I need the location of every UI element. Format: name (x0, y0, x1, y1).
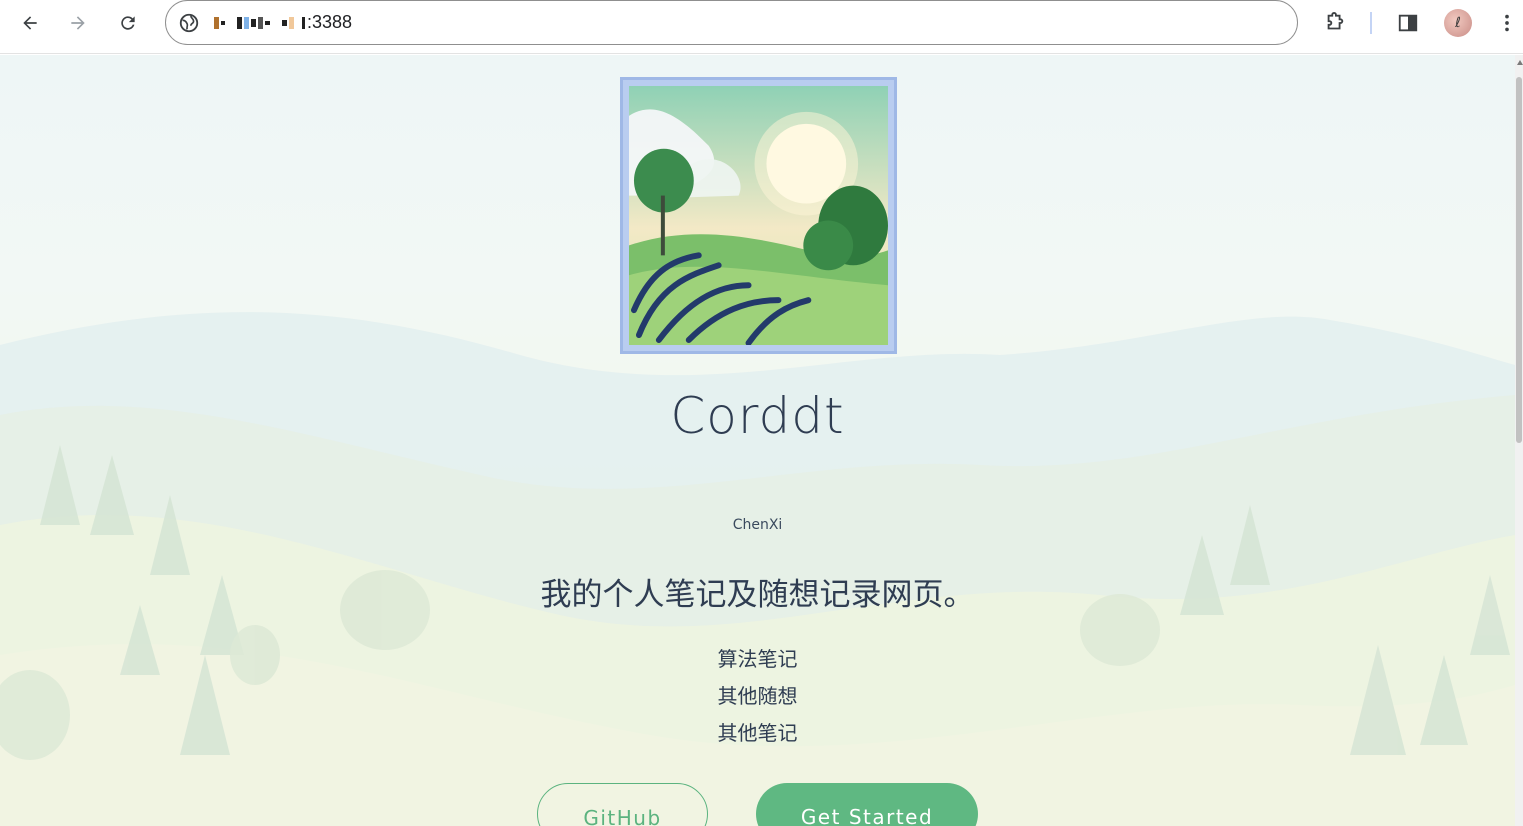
page-title: Corddt (670, 387, 845, 445)
nav-links: 算法笔记 其他随想 其他笔记 (0, 645, 1515, 756)
side-panel-button[interactable] (1394, 9, 1422, 37)
scrollbar-thumb[interactable] (1516, 77, 1522, 443)
profile-avatar[interactable]: ℓ (1444, 9, 1472, 37)
hero-image (620, 77, 897, 354)
tagline: 我的个人笔记及随想记录网页。 (540, 577, 975, 613)
back-arrow-icon (23, 16, 37, 30)
toolbar-divider (1370, 12, 1372, 34)
browser-toolbar: :3388 ℓ (0, 0, 1523, 54)
scroll-up-arrow-icon[interactable] (1517, 60, 1523, 65)
landscape-illustration (629, 86, 888, 345)
get-started-button[interactable]: Get Started (756, 783, 978, 826)
extensions-icon (1327, 12, 1344, 30)
reload-button[interactable] (112, 7, 144, 39)
extensions-button[interactable] (1321, 9, 1349, 37)
reload-icon (121, 16, 135, 30)
site-info-icon[interactable] (178, 12, 200, 34)
page-viewport: Corddt ChenXi 我的个人笔记及随想记录网页。 算法笔记 其他随想 其… (0, 55, 1515, 826)
link-other-thoughts[interactable]: 其他随想 (0, 682, 1515, 719)
side-panel-icon (1398, 14, 1418, 32)
url-text[interactable]: :3388 (214, 12, 352, 33)
redacted-host (214, 16, 305, 29)
back-button[interactable] (14, 7, 46, 39)
forward-button[interactable] (62, 7, 94, 39)
author-name: ChenXi (732, 517, 783, 533)
link-algorithm-notes[interactable]: 算法笔记 (0, 645, 1515, 682)
more-menu-icon (1505, 14, 1509, 32)
github-button[interactable]: GitHub (537, 783, 708, 826)
link-other-notes[interactable]: 其他笔记 (0, 719, 1515, 756)
address-bar[interactable]: :3388 (165, 0, 1298, 45)
vertical-scrollbar[interactable] (1515, 55, 1523, 826)
forward-arrow-icon (71, 16, 85, 30)
url-port: :3388 (307, 12, 353, 32)
more-menu-button[interactable] (1493, 9, 1521, 37)
